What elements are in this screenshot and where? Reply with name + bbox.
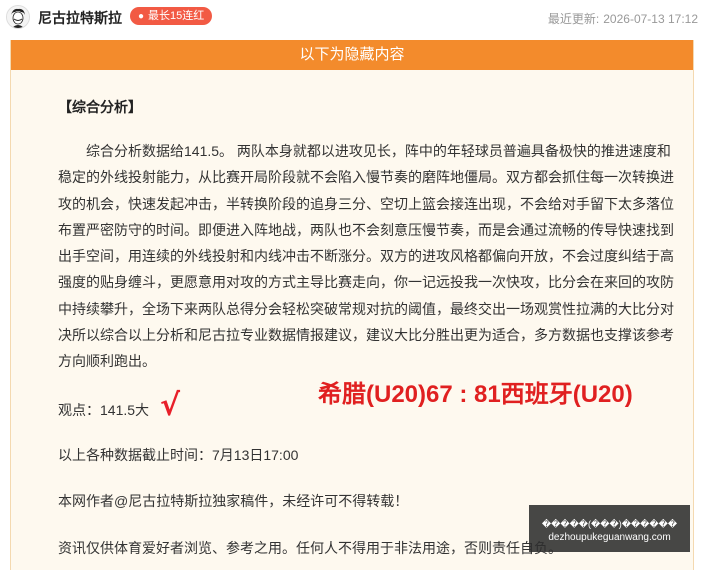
streak-badge: ● 最长15连红 bbox=[130, 7, 213, 25]
author-name[interactable]: 尼古拉特斯拉 bbox=[38, 8, 122, 28]
copyright-notice: 本网作者@尼古拉特斯拉独家稿件，未经许可不得转载！ bbox=[58, 493, 409, 509]
check-mark-icon: √ bbox=[160, 388, 181, 423]
watermark-overlay[interactable]: �����(���)������ dezhoupukeguanwang.com bbox=[529, 505, 690, 552]
avatar[interactable] bbox=[6, 5, 30, 29]
viewpoint: 观点：141.5大 bbox=[58, 402, 150, 418]
streak-badge-label: 最长15连红 bbox=[148, 10, 205, 22]
last-updated: 最近更新: 2026-07-13 17:12 bbox=[544, 10, 698, 27]
flame-icon: ● bbox=[137, 11, 145, 22]
watermark-url: dezhoupukeguanwang.com bbox=[548, 532, 671, 543]
data-deadline: 以上各种数据截止时间：7月13日17:00 bbox=[58, 447, 299, 463]
top-bar: 尼古拉特斯拉 ● 最长15连红 最近更新: 2026-07-13 17:12 bbox=[0, 0, 702, 36]
updated-time: 2026-07-13 17:12 bbox=[603, 12, 698, 26]
analysis-paragraph: 综合分析数据给141.5。 两队本身就都以进攻见长，阵中的年轻球员普遍具备极快的… bbox=[58, 143, 674, 370]
section-title: 【综合分析】 bbox=[58, 99, 142, 115]
watermark-title: �����(���)������ bbox=[541, 519, 678, 529]
updated-label: 最近更新: bbox=[547, 12, 600, 26]
portrait-icon bbox=[7, 6, 29, 28]
hidden-content-banner: 以下为隐藏内容 bbox=[11, 40, 693, 70]
match-result: 希腊(U20)67 : 81西班牙(U20) bbox=[318, 381, 633, 408]
disclaimer: 资讯仅供体育爱好者浏览、参考之用。任何人不得用于非法用途，否则责任自负。 bbox=[58, 540, 562, 556]
